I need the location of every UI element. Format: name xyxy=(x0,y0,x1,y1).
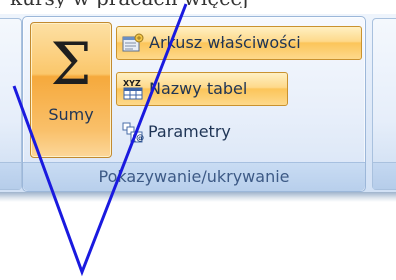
cropped-text: kursy w pracach więcej xyxy=(10,0,248,8)
svg-text:[@]: [@] xyxy=(133,134,145,143)
property-sheet-label: Arkusz właściwości xyxy=(149,33,301,52)
parameters-icon: [@] xyxy=(122,122,145,143)
table-names-icon-text: XYZ xyxy=(123,79,141,88)
screenshot-stage: kursy w pracach więcej Pokazywanie/ukryw… xyxy=(0,0,396,280)
property-sheet-button[interactable]: Arkusz właściwości xyxy=(116,26,362,60)
ribbon-shadow xyxy=(0,192,396,202)
totals-button[interactable]: Σ Sumy xyxy=(30,22,112,158)
table-names-icon: XYZ xyxy=(123,79,143,100)
sigma-icon: Σ xyxy=(50,30,92,98)
cropped-top-text: kursy w pracach więcej xyxy=(0,0,396,8)
group-label: Pokazywanie/ukrywanie xyxy=(23,162,365,191)
table-names-label: Nazwy tabel xyxy=(149,79,248,98)
totals-button-label: Sumy xyxy=(48,105,94,124)
property-sheet-icon xyxy=(122,33,144,52)
previous-ribbon-group xyxy=(0,18,22,190)
next-ribbon-group xyxy=(372,18,396,190)
next-group-footer xyxy=(373,162,396,189)
parameters-button[interactable]: [@] Parametry xyxy=(116,116,266,148)
parameters-label: Parametry xyxy=(148,122,231,141)
previous-group-footer xyxy=(0,162,21,189)
table-names-button[interactable]: XYZ Nazwy tabel xyxy=(116,72,288,106)
